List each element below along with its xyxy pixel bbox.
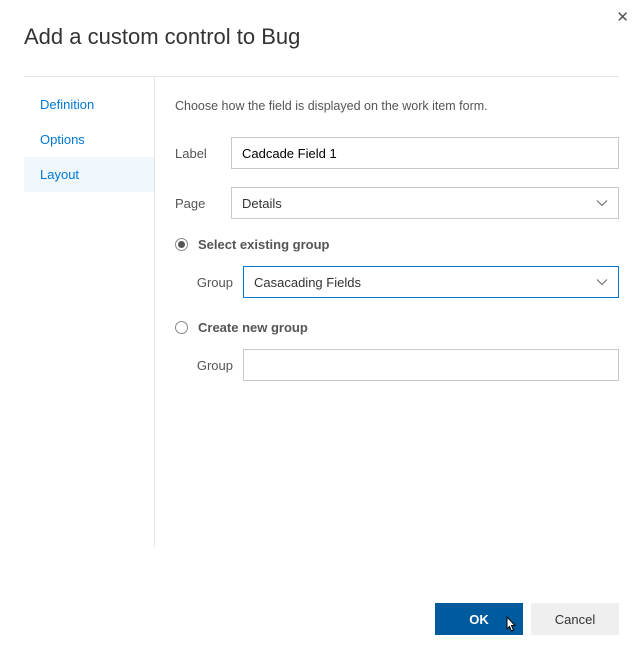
new-group-field-row: Group <box>179 349 619 381</box>
radio-icon <box>175 238 188 251</box>
dialog-footer: OK Cancel <box>435 603 619 635</box>
existing-group-block: Group Casacading Fields <box>175 266 619 298</box>
existing-group-select[interactable]: Casacading Fields <box>243 266 619 298</box>
radio-icon <box>175 321 188 334</box>
ok-button[interactable]: OK <box>435 603 523 635</box>
page-field-label: Page <box>175 196 231 211</box>
main-panel: Choose how the field is displayed on the… <box>154 77 619 547</box>
chevron-down-icon <box>596 199 608 207</box>
sidebar: Definition Options Layout <box>24 77 154 547</box>
label-input[interactable] <box>242 146 608 161</box>
sidebar-item-options[interactable]: Options <box>24 122 154 157</box>
label-input-wrapper <box>231 137 619 169</box>
new-group-block: Group <box>175 349 619 381</box>
new-group-input-wrapper <box>243 349 619 381</box>
page-select-value: Details <box>242 196 282 211</box>
existing-group-field-row: Group Casacading Fields <box>179 266 619 298</box>
sidebar-item-label: Layout <box>40 167 79 182</box>
sidebar-item-layout[interactable]: Layout <box>24 157 154 192</box>
existing-group-radio-row[interactable]: Select existing group <box>175 237 619 252</box>
existing-group-label: Select existing group <box>198 237 329 252</box>
page-select[interactable]: Details <box>231 187 619 219</box>
dialog-title: Add a custom control to Bug <box>24 24 619 50</box>
new-group-field-label: Group <box>179 358 243 373</box>
content-wrap: Definition Options Layout Choose how the… <box>24 76 619 547</box>
sidebar-item-label: Definition <box>40 97 94 112</box>
sidebar-item-label: Options <box>40 132 85 147</box>
chevron-down-icon <box>596 278 608 286</box>
new-group-label: Create new group <box>198 320 308 335</box>
sidebar-item-definition[interactable]: Definition <box>24 87 154 122</box>
label-field-label: Label <box>175 146 231 161</box>
cancel-button[interactable]: Cancel <box>531 603 619 635</box>
existing-group-value: Casacading Fields <box>254 275 361 290</box>
existing-group-field-label: Group <box>179 275 243 290</box>
intro-text: Choose how the field is displayed on the… <box>175 99 619 113</box>
label-row: Label <box>175 137 619 169</box>
new-group-radio-row[interactable]: Create new group <box>175 320 619 335</box>
new-group-input[interactable] <box>254 358 608 373</box>
page-row: Page Details <box>175 187 619 219</box>
close-icon[interactable]: ✕ <box>616 8 629 26</box>
